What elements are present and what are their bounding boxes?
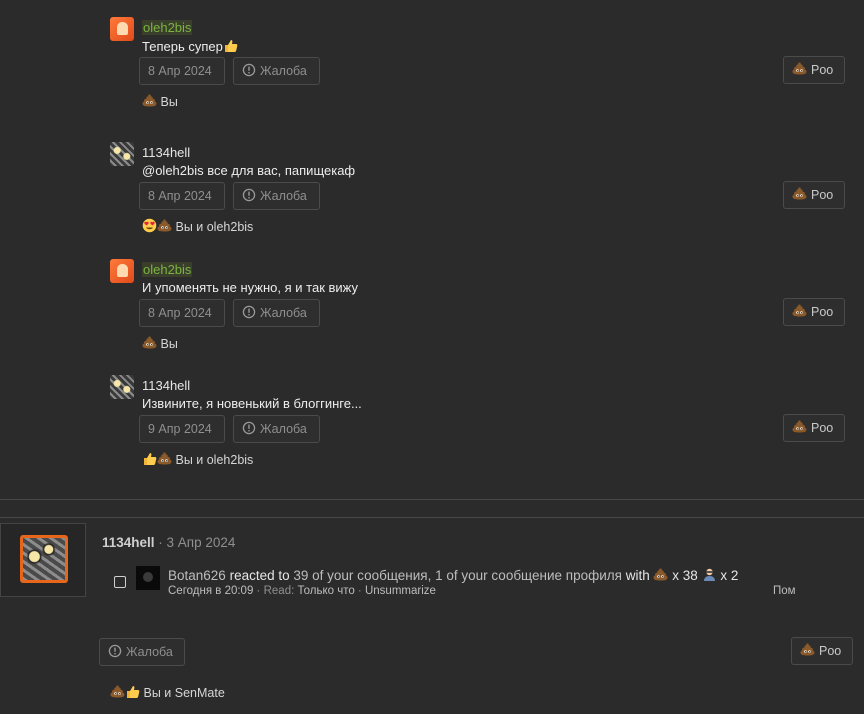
divider — [0, 517, 864, 518]
comment-date[interactable]: 8 Апр 2024 — [139, 299, 225, 327]
avatar[interactable] — [110, 17, 134, 41]
poo-icon — [792, 304, 807, 317]
comment: oleh2bis Теперь супер 8 Апр 2024 Жалоба … — [0, 17, 864, 137]
profile-avatar[interactable] — [0, 523, 86, 597]
avatar[interactable] — [136, 566, 160, 590]
poo-icon — [157, 219, 172, 232]
person-icon — [703, 568, 715, 581]
comment-author[interactable]: oleh2bis — [142, 262, 193, 277]
comment: 1134hell @oleh2bis все для вас, папищека… — [0, 142, 864, 262]
comment-author[interactable]: 1134hell — [142, 145, 190, 160]
poo-icon — [157, 452, 172, 465]
notification-time: Сегодня в 20:09 — [168, 585, 254, 597]
poo-icon — [110, 685, 125, 698]
thumbs-up-icon — [224, 40, 238, 52]
report-button[interactable]: Жалоба — [233, 57, 320, 85]
avatar-image — [20, 535, 68, 583]
comment-author[interactable]: 1134hell — [142, 378, 190, 393]
comment-text: Теперь супер — [142, 38, 238, 54]
comment-date[interactable]: 9 Апр 2024 — [139, 415, 225, 443]
report-button[interactable]: Жалоба — [233, 299, 320, 327]
avatar[interactable] — [110, 259, 134, 283]
avatar[interactable] — [110, 375, 134, 399]
report-button[interactable]: Жалоба — [233, 415, 320, 443]
poo-icon — [792, 62, 807, 75]
poo-icon — [792, 187, 807, 200]
notification-text: Botan626 reacted to 39 of your сообщения… — [168, 568, 739, 583]
comment-text: И упоменять не нужно, я и так вижу — [142, 280, 358, 295]
reactions-summary[interactable]: Вы и oleh2bis — [142, 218, 253, 234]
warning-icon — [108, 644, 122, 658]
reactions-summary[interactable]: Вы и oleh2bis — [142, 451, 253, 467]
select-checkbox[interactable] — [114, 576, 126, 588]
comment: oleh2bis И упоменять не нужно, я и так в… — [0, 259, 864, 379]
unsummarize-link[interactable]: Unsummarize — [365, 585, 436, 597]
poo-icon — [142, 336, 157, 349]
profile-post-header: 1134hell · 3 Апр 2024 — [102, 535, 236, 550]
poo-reaction-button[interactable]: Poo — [783, 181, 845, 209]
warning-icon — [242, 63, 256, 77]
comment-author[interactable]: oleh2bis — [142, 20, 193, 35]
profile-post-date[interactable]: 3 Апр 2024 — [167, 535, 236, 550]
heart-eyes-icon — [142, 218, 157, 233]
poo-reaction-button[interactable]: Poo — [783, 414, 845, 442]
poo-icon — [142, 94, 157, 107]
poo-reaction-button[interactable]: Poo — [791, 637, 853, 665]
notification-action-truncated[interactable]: Пом — [773, 585, 796, 597]
thumbs-up-icon — [127, 686, 140, 698]
poo-icon — [792, 420, 807, 433]
poo-icon — [800, 643, 815, 656]
notification-user[interactable]: Botan626 — [168, 568, 226, 583]
notification-meta: Сегодня в 20:09 · Read: Только что · Uns… — [168, 585, 436, 597]
comment: 1134hell Извините, я новенький в блоггин… — [0, 375, 864, 495]
notification-item[interactable]: Botan626 reacted to 39 of your сообщения… — [112, 566, 802, 602]
poo-reaction-button[interactable]: Poo — [783, 56, 845, 84]
warning-icon — [242, 305, 256, 319]
warning-icon — [242, 188, 256, 202]
reactions-summary[interactable]: Вы — [142, 335, 178, 351]
report-button[interactable]: Жалоба — [99, 638, 185, 666]
reactions-summary[interactable]: Вы и SenMate — [110, 684, 225, 700]
avatar[interactable] — [110, 142, 134, 166]
comment-text: @oleh2bis все для вас, папищекаф — [142, 163, 356, 178]
report-button[interactable]: Жалоба — [233, 182, 320, 210]
comment-date[interactable]: 8 Апр 2024 — [139, 182, 225, 210]
poo-reaction-button[interactable]: Poo — [783, 298, 845, 326]
warning-icon — [242, 421, 256, 435]
comment-date[interactable]: 8 Апр 2024 — [139, 57, 225, 85]
poo-icon — [653, 568, 668, 581]
reactions-summary[interactable]: Вы — [142, 93, 178, 109]
divider — [0, 499, 864, 500]
thumbs-up-icon — [144, 453, 157, 465]
comment-text: Извините, я новенький в блоггинге... — [142, 396, 362, 411]
profile-post-author[interactable]: 1134hell — [102, 535, 155, 550]
